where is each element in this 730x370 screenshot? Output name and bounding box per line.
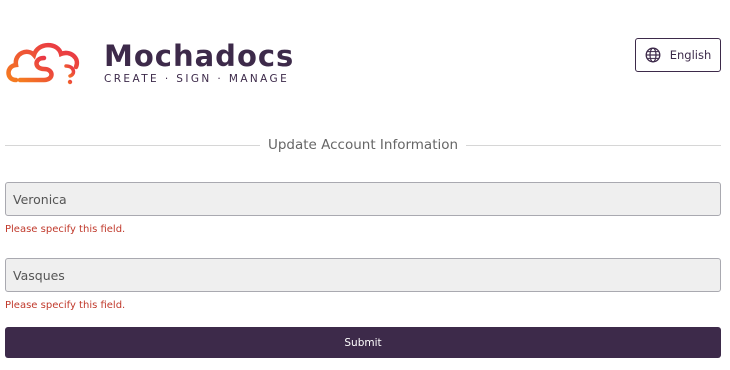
header: Mochadocs CREATE · SIGN · MANAGE English [0,0,730,100]
logo: Mochadocs CREATE · SIGN · MANAGE [4,36,294,92]
divider-left [5,144,260,146]
cloud-logo-icon [6,42,80,85]
section-header: Update Account Information [5,134,722,156]
form-title: Update Account Information [267,137,459,153]
last-name-error: Please specify this field. [5,300,126,311]
logo-text: Mochadocs CREATE · SIGN · MANAGE [104,40,294,86]
brand-tagline: CREATE · SIGN · MANAGE [104,73,290,85]
first-name-input[interactable] [5,182,721,216]
submit-button[interactable]: Submit [5,327,721,358]
first-name-error: Please specify this field. [5,224,126,235]
last-name-input[interactable] [5,258,721,292]
page: Mochadocs CREATE · SIGN · MANAGE English… [0,0,730,370]
globe-icon [645,47,661,63]
language-selector-button[interactable]: English [635,38,721,72]
divider-right [466,144,722,146]
brand-name: Mochadocs [104,39,295,73]
language-label: English [669,48,712,62]
